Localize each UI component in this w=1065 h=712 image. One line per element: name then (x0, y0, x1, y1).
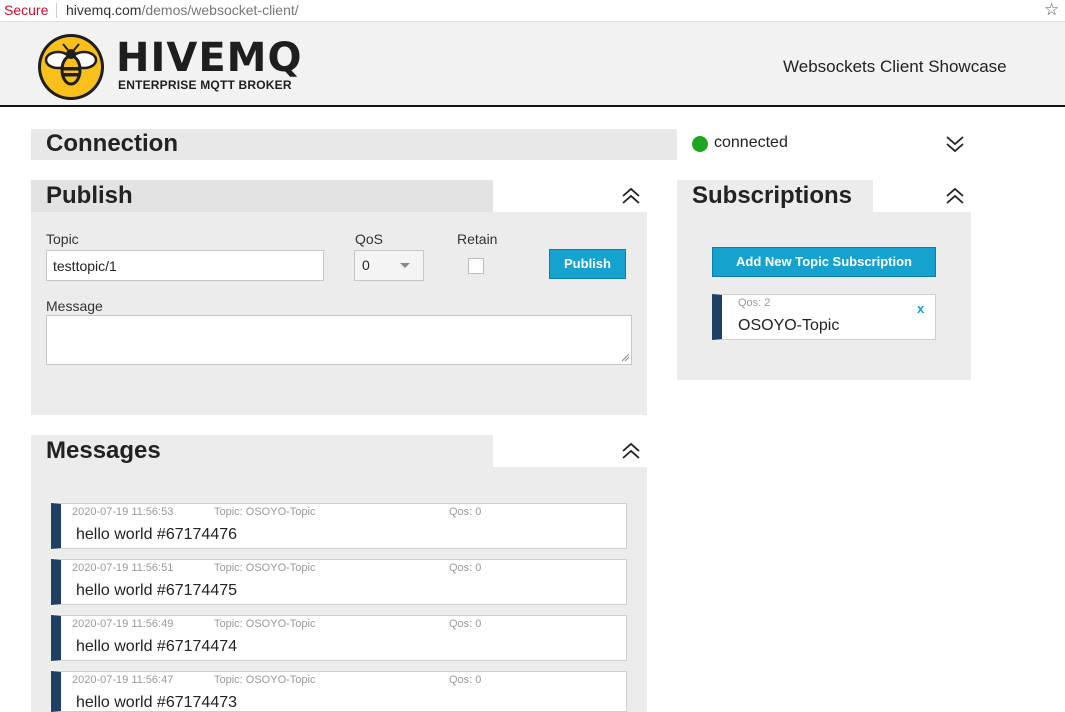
dropdown-caret-icon (400, 263, 410, 268)
retain-checkbox[interactable] (468, 258, 484, 274)
publish-button[interactable]: Publish (549, 249, 626, 279)
topic-label: Topic (46, 231, 79, 247)
double-chevron-up-icon[interactable] (621, 440, 641, 462)
message-payload: hello world #67174473 (76, 694, 238, 711)
message-timestamp: 2020-07-19 11:56:47 (72, 674, 174, 686)
status-indicator-icon (692, 136, 708, 152)
logo-wordmark: HIVEMQ (116, 35, 303, 81)
message-qos: Qos: 0 (449, 618, 482, 630)
showcase-title: Websockets Client Showcase (783, 57, 1007, 76)
unsubscribe-close-icon[interactable]: x (917, 301, 924, 316)
message-payload: hello world #67174475 (76, 582, 238, 599)
topic-input[interactable] (46, 250, 324, 281)
message-timestamp: 2020-07-19 11:56:51 (72, 562, 174, 574)
url-text[interactable]: hivemq.com/demos/websocket-client/ (66, 2, 299, 18)
double-chevron-up-icon[interactable] (621, 185, 641, 207)
browser-address-bar[interactable]: Secure hivemq.com/demos/websocket-client… (0, 0, 1065, 22)
connection-status: connected (714, 134, 788, 151)
publish-panel (31, 180, 647, 415)
qos-selected-value: 0 (362, 257, 370, 273)
logo-tagline: ENTERPRISE MQTT BROKER (118, 78, 292, 92)
secure-label: Secure (4, 2, 49, 18)
url-host: hivemq.com (66, 2, 142, 18)
address-divider (56, 3, 57, 18)
add-subscription-button[interactable]: Add New Topic Subscription (712, 247, 936, 277)
message-timestamp: 2020-07-19 11:56:53 (72, 506, 174, 518)
retain-label: Retain (457, 231, 498, 247)
connection-title: Connection (46, 130, 178, 157)
message-topic: Topic: OSOYO-Topic (214, 618, 316, 630)
site-header: HIVEMQ ENTERPRISE MQTT BROKER Websockets… (0, 22, 1065, 107)
publish-title: Publish (46, 182, 133, 209)
message-qos: Qos: 0 (449, 506, 482, 518)
message-timestamp: 2020-07-19 11:56:49 (72, 618, 174, 630)
messages-title: Messages (46, 437, 161, 464)
resize-handle-icon[interactable] (621, 353, 630, 362)
message-payload: hello world #67174474 (76, 638, 238, 655)
message-topic: Topic: OSOYO-Topic (214, 674, 316, 686)
subscriptions-title: Subscriptions (692, 182, 853, 209)
message-topic: Topic: OSOYO-Topic (214, 506, 316, 518)
url-path: /demos/websocket-client/ (141, 2, 299, 18)
message-qos: Qos: 0 (449, 562, 482, 574)
subscription-qos: Qos: 2 (738, 297, 771, 309)
star-icon[interactable]: ☆ (1044, 0, 1059, 20)
qos-label: QoS (355, 231, 384, 247)
message-topic: Topic: OSOYO-Topic (214, 562, 316, 574)
double-chevron-up-icon[interactable] (945, 185, 965, 207)
bee-logo-icon (38, 34, 104, 100)
message-label: Message (46, 298, 103, 314)
message-payload: hello world #67174476 (76, 526, 238, 543)
subscription-topic: OSOYO-Topic (738, 317, 840, 334)
message-textarea[interactable] (46, 315, 632, 365)
message-qos: Qos: 0 (449, 674, 482, 686)
double-chevron-down-icon[interactable] (945, 133, 965, 155)
